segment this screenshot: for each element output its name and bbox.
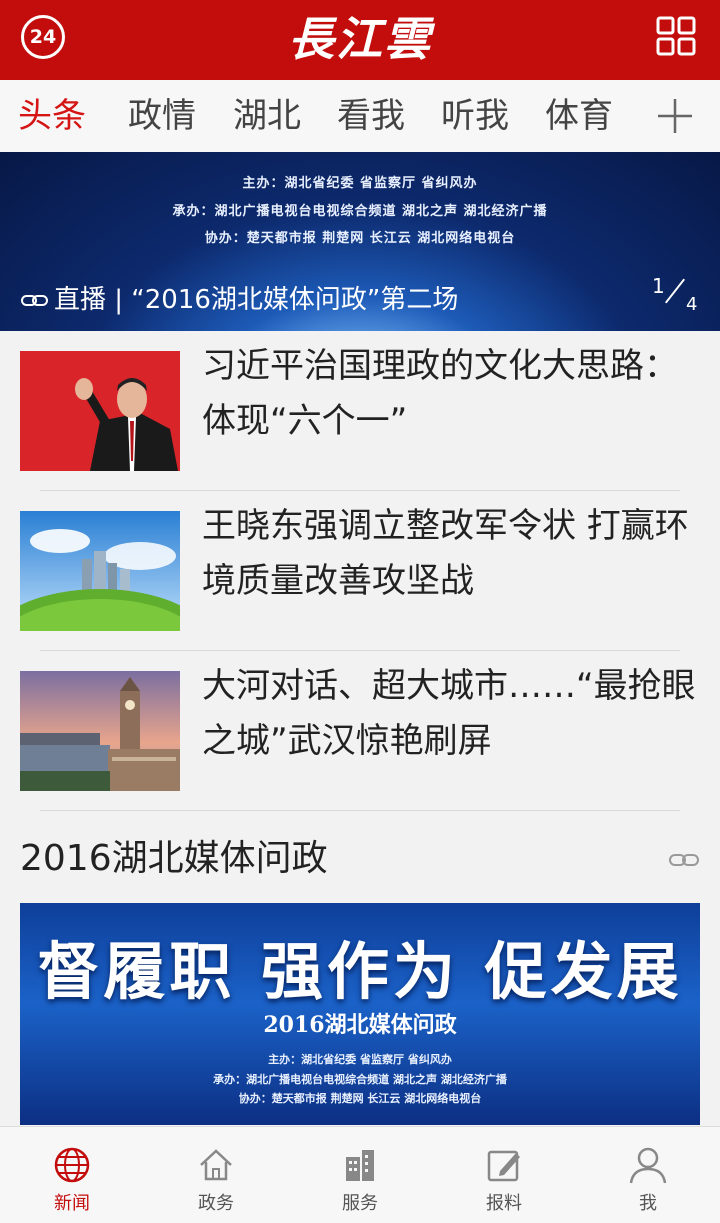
nav-report[interactable]: 报料 (432, 1127, 576, 1223)
home-icon (200, 1149, 232, 1181)
hero-organizer-line: 协办：楚天都市报 荆楚网 长江云 湖北网络电视台 (204, 231, 516, 246)
news-thumbnail (20, 351, 180, 471)
banner-organizer-line: 承办：湖北广播电视台电视综合频道 湖北之声 湖北经济广播 (213, 1073, 507, 1086)
app-logo: 長江雲 (288, 12, 432, 66)
banner-subtitle: 2016湖北媒体问政 (263, 1012, 457, 1038)
pager-total: 4 (686, 294, 698, 315)
hero-organizer-line: 主办：湖北省纪委 省监察厅 省纠风办 (242, 176, 478, 191)
news-item[interactable]: 习近平治国理政的文化大思路：体现“六个一” (0, 331, 720, 491)
news-title[interactable]: 大河对话、超大城市……“最抢眼之城”武汉惊艳刷屏 (202, 659, 702, 769)
nav-news[interactable]: 新闻 (0, 1127, 144, 1223)
bottom-nav: 新闻 政务 服务 报料 我 (0, 1126, 720, 1223)
grid-icon[interactable] (656, 16, 696, 56)
banner-organizer-line: 协办：楚天都市报 荆楚网 长江云 湖北网络电视台 (238, 1092, 482, 1105)
link-icon (21, 295, 48, 306)
hero-caption[interactable]: 直播 | “2016湖北媒体问政”第二场 (54, 280, 458, 320)
tab-politics[interactable]: 政情 (128, 94, 196, 138)
banner-headline: 督履职 强作为 促发展 (37, 935, 683, 1008)
channel-tabs: 头条 政情 湖北 看我 听我 体育 (0, 80, 720, 152)
divider (40, 810, 680, 811)
tab-listen[interactable]: 听我 (441, 94, 509, 138)
tab-headlines[interactable]: 头条 (18, 94, 86, 138)
pager-divider (664, 278, 686, 304)
carousel-pager: 1 4 (646, 270, 706, 320)
pager-current: 1 (652, 274, 665, 298)
plus-icon[interactable] (655, 96, 695, 136)
news-item[interactable]: 大河对话、超大城市……“最抢眼之城”武汉惊艳刷屏 (0, 651, 720, 811)
nav-me[interactable]: 我 (576, 1127, 720, 1223)
news-title[interactable]: 习近平治国理政的文化大思路：体现“六个一” (202, 339, 702, 449)
nav-label: 我 (639, 1193, 657, 1214)
hero-organizer-line: 承办：湖北广播电视台电视综合频道 湖北之声 湖北经济广播 (172, 204, 548, 219)
section-banner[interactable]: 督履职 强作为 促发展 2016湖北媒体问政 主办：湖北省纪委 省监察厅 省纠风… (20, 903, 700, 1125)
news-thumbnail (20, 511, 180, 631)
news-title[interactable]: 王晓东强调立整改军令状 打赢环境质量改善攻坚战 (202, 499, 702, 609)
nav-services[interactable]: 服务 (288, 1127, 432, 1223)
user-icon (629, 1147, 667, 1184)
live-24-button[interactable]: 24 (21, 15, 65, 59)
nav-label: 政务 (198, 1193, 234, 1214)
tab-hubei[interactable]: 湖北 (233, 94, 301, 138)
nav-government[interactable]: 政务 (144, 1127, 288, 1223)
tab-watch[interactable]: 看我 (337, 94, 405, 138)
building-icon (346, 1150, 374, 1181)
edit-icon (487, 1150, 520, 1182)
banner-organizer-line: 主办：湖北省纪委 省监察厅 省纠风办 (268, 1053, 452, 1066)
nav-label: 服务 (342, 1193, 378, 1214)
link-icon[interactable] (668, 850, 700, 870)
news-item[interactable]: 王晓东强调立整改军令状 打赢环境质量改善攻坚战 (0, 491, 720, 651)
nav-label: 新闻 (54, 1193, 90, 1214)
top-bar: 24 長江雲 (0, 0, 720, 80)
hero-carousel[interactable]: 主办：湖北省纪委 省监察厅 省纠风办 承办：湖北广播电视台电视综合频道 湖北之声… (0, 152, 720, 331)
tab-sports[interactable]: 体育 (545, 94, 613, 138)
section-title[interactable]: 2016湖北媒体问政 (20, 834, 328, 884)
news-thumbnail (20, 671, 180, 791)
nav-label: 报料 (486, 1193, 522, 1214)
globe-icon (54, 1147, 90, 1183)
